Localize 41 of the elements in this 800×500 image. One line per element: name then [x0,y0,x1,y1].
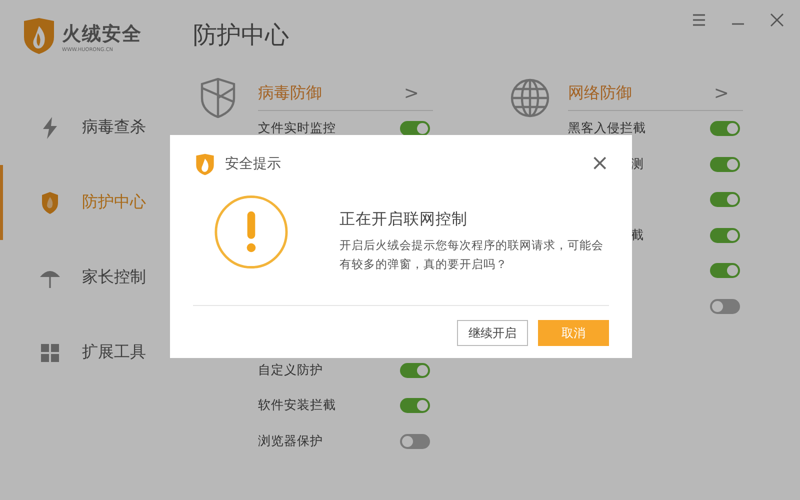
setting-label: 自定义防护 [258,362,323,377]
chevron-link[interactable]: > [714,82,729,104]
lightning-icon [40,116,60,138]
shield-flame-logo-icon [195,152,215,176]
setting-label: 截 [631,226,644,242]
toggle-switch[interactable] [710,298,740,314]
sidebar-item[interactable]: 扩展工具 [0,315,170,390]
shield-icon [200,78,236,118]
dialog-title: 安全提示 [225,155,281,173]
toggle-switch[interactable] [710,156,740,172]
chevron-link[interactable]: > [404,82,419,104]
section-title: 病毒防御 [258,82,322,104]
toggle-switch[interactable] [400,434,430,449]
grid-icon [40,344,60,362]
toggle-switch[interactable] [710,263,740,278]
close-button[interactable]: × [590,153,609,175]
setting-label: 软件安装拦截 [258,397,336,412]
globe-icon [510,78,550,118]
toggle-switch[interactable] [710,192,740,208]
continue-button[interactable]: 继续开启 [457,320,528,346]
shield-icon [40,192,60,214]
page-title: 防护中心 [193,20,289,51]
app-name: 火绒安全 [62,22,142,47]
close-icon[interactable] [770,13,784,27]
toggle-switch[interactable] [400,398,430,414]
dialog-heading: 正在开启联网控制 [339,209,468,230]
shield-flame-logo-icon [22,17,56,55]
setting-label: 浏览器保护 [258,432,323,448]
sidebar-item[interactable]: 家长控制 [0,240,170,315]
setting-label: 测 [631,156,644,171]
warning-icon [213,193,290,271]
sidebar-item[interactable]: 病毒查杀 [0,90,170,165]
toggle-switch[interactable] [400,362,430,378]
menu-icon[interactable] [692,14,706,26]
dialog-message: 开启后火绒会提示您每次程序的联网请求，可能会有较多的弹窗，真的要开启吗？ [339,237,604,273]
setting-label: 黑客入侵拦截 [568,120,646,136]
toggle-switch[interactable] [710,228,740,243]
section-title: 网络防御 [568,82,632,104]
setting-label: 文件实时监控 [258,120,336,136]
toggle-switch[interactable] [710,121,740,136]
toggle-switch[interactable] [400,121,430,136]
